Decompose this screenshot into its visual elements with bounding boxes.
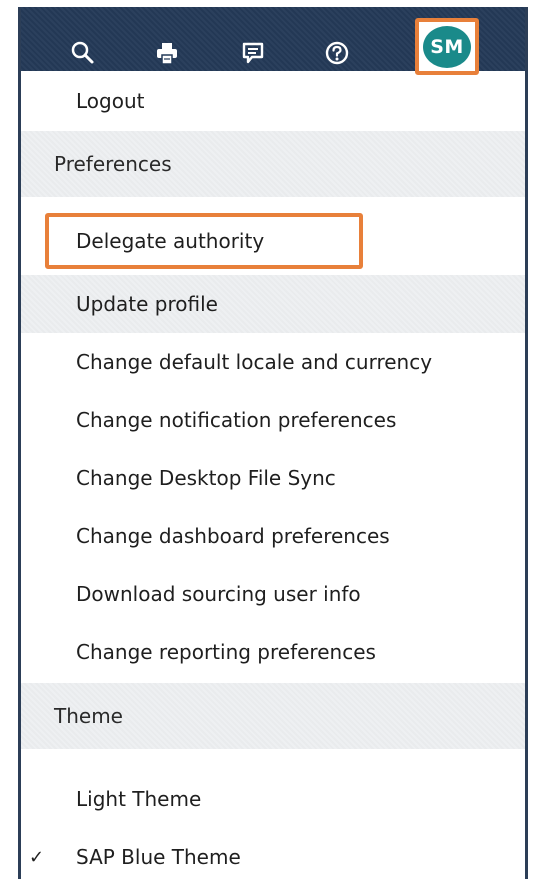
search-icon[interactable] [69, 39, 97, 67]
menu-item-light-theme[interactable]: Light Theme [21, 771, 525, 827]
feedback-icon[interactable] [239, 39, 267, 67]
print-icon[interactable] [153, 39, 181, 67]
help-icon[interactable] [323, 39, 351, 67]
menu-item-change-desktop-file-sync[interactable]: Change Desktop File Sync [21, 449, 525, 507]
menu-item-sap-blue-theme[interactable]: ✓ SAP Blue Theme [21, 829, 525, 879]
avatar-highlight-box: SM [415, 18, 479, 75]
checkmark-icon: ✓ [29, 846, 45, 868]
logout-item[interactable]: Logout [21, 73, 525, 129]
menu-item-update-profile[interactable]: Update profile [21, 275, 525, 333]
avatar[interactable]: SM [423, 25, 471, 68]
menu-item-delegate-authority[interactable]: Delegate authority [21, 213, 525, 269]
menu-item-download-sourcing-user-info[interactable]: Download sourcing user info [21, 565, 525, 623]
user-menu-panel: SM Logout Preferences Delegate authority… [18, 7, 528, 879]
menu-item-change-dashboard-preferences[interactable]: Change dashboard preferences [21, 507, 525, 565]
preferences-header: Preferences [21, 131, 525, 197]
theme-header: Theme [21, 683, 525, 749]
menu-item-label: SAP Blue Theme [76, 845, 241, 869]
menu-item-change-reporting-preferences[interactable]: Change reporting preferences [21, 623, 525, 681]
menu-item-change-locale-currency[interactable]: Change default locale and currency [21, 333, 525, 391]
menu-item-change-notification-preferences[interactable]: Change notification preferences [21, 391, 525, 449]
